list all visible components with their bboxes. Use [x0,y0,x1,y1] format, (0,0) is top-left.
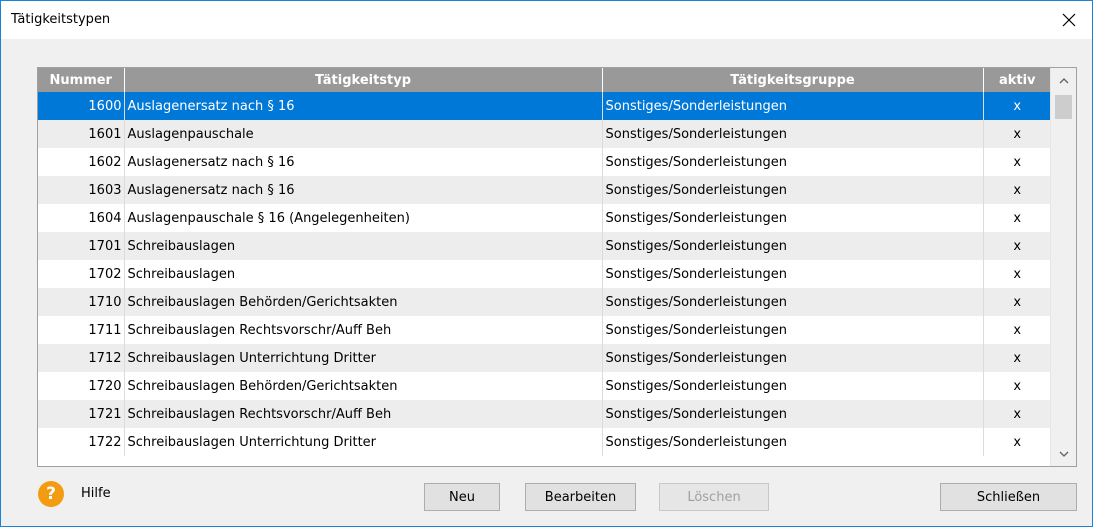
cell-aktiv: x [983,176,1051,204]
cell-taetigkeitsgruppe: Sonstiges/Sonderleistungen [602,176,984,204]
cell-taetigkeitstyp: Auslagenersatz nach § 16 [124,148,603,176]
close-icon [1062,13,1076,27]
cell-taetigkeitsgruppe: Sonstiges/Sonderleistungen [602,260,984,288]
cell-aktiv: x [983,400,1051,428]
cell-nummer: 1601 [38,120,125,148]
cell-taetigkeitstyp: Auslagenpauschale § 16 (Angelegenheiten) [124,204,603,232]
edit-button[interactable]: Bearbeiten [525,483,636,511]
cell-taetigkeitsgruppe: Sonstiges/Sonderleistungen [602,400,984,428]
table-row[interactable]: 1702 Schreibauslagen Sonstiges/Sonderleist… [38,260,1051,288]
cell-taetigkeitstyp: Schreibauslagen Rechtsvorschr/Auff Beh [124,400,603,428]
table-row[interactable]: 1720 Schreibauslagen Behörden/Gerichtsakt… [38,372,1051,400]
cell-taetigkeitsgruppe: Sonstiges/Sonderleistungen [602,428,984,456]
cell-aktiv: x [983,232,1051,260]
title-bar: Tätigkeitstypen [1,1,1092,39]
cell-nummer: 1603 [38,176,125,204]
window-title: Tätigkeitstypen [11,12,111,27]
cell-aktiv: x [983,148,1051,176]
table-row[interactable]: 1710 Schreibauslagen Behörden/Gerichtsakt… [38,288,1051,316]
cell-taetigkeitsgruppe: Sonstiges/Sonderleistungen [602,92,984,120]
dialog-window: Tätigkeitstypen Nummer Tätigkeitstyp Tät… [0,0,1093,527]
delete-button[interactable]: Löschen [659,483,769,511]
cell-aktiv: x [983,372,1051,400]
activity-types-table: Nummer Tätigkeitstyp Tätigkeitsgruppe ak… [38,68,1051,456]
table-row[interactable]: 1721 Schreibauslagen Rechtsvorschr/Auff B… [38,400,1051,428]
table-row[interactable]: 1600 Auslagenersatz nach § 16 Sonstiges/So… [38,92,1051,120]
question-icon[interactable]: ? [38,481,64,507]
cell-taetigkeitstyp: Schreibauslagen Rechtsvorschr/Auff Beh [124,316,603,344]
cell-aktiv: x [983,316,1051,344]
cell-aktiv: x [983,288,1051,316]
vertical-scrollbar[interactable] [1050,68,1076,466]
table-row[interactable]: 1601 Auslagenpauschale Sonstiges/Sonderlei… [38,120,1051,148]
close-button[interactable] [1046,1,1092,39]
cell-aktiv: x [983,120,1051,148]
cell-aktiv: x [983,344,1051,372]
cell-nummer: 1702 [38,260,125,288]
cell-nummer: 1604 [38,204,125,232]
cell-taetigkeitsgruppe: Sonstiges/Sonderleistungen [602,344,984,372]
table-row[interactable]: 1603 Auslagenersatz nach § 16 Sonstiges/So… [38,176,1051,204]
table-row[interactable]: 1711 Schreibauslagen Rechtsvorschr/Auff B… [38,316,1051,344]
column-header-taetigkeitstyp[interactable]: Tätigkeitstyp [124,68,603,92]
cell-nummer: 1720 [38,372,125,400]
cell-taetigkeitsgruppe: Sonstiges/Sonderleistungen [602,372,984,400]
table-row[interactable]: 1701 Schreibauslagen Sonstiges/Sonderleist… [38,232,1051,260]
table-header-row: Nummer Tätigkeitstyp Tätigkeitsgruppe ak… [38,68,1051,92]
cell-aktiv: x [983,428,1051,456]
cell-taetigkeitstyp: Schreibauslagen Unterrichtung Dritter [124,344,603,372]
chevron-up-icon [1059,77,1068,83]
cell-taetigkeitstyp: Auslagenersatz nach § 16 [124,176,603,204]
cell-nummer: 1721 [38,400,125,428]
cell-aktiv: x [983,204,1051,232]
cell-taetigkeitstyp: Auslagenpauschale [124,120,603,148]
cell-nummer: 1722 [38,428,125,456]
activity-types-grid[interactable]: Nummer Tätigkeitstyp Tätigkeitsgruppe ak… [37,67,1077,467]
cell-nummer: 1711 [38,316,125,344]
cell-taetigkeitstyp: Schreibauslagen Unterrichtung Dritter [124,428,603,456]
cell-aktiv: x [983,92,1051,120]
table-row[interactable]: 1712 Schreibauslagen Unterrichtung Dritte… [38,344,1051,372]
scroll-down-button[interactable] [1051,442,1076,466]
table-row[interactable]: 1602 Auslagenersatz nach § 16 Sonstiges/So… [38,148,1051,176]
cell-nummer: 1701 [38,232,125,260]
cell-taetigkeitstyp: Schreibauslagen Behörden/Gerichtsakten [124,372,603,400]
cell-taetigkeitsgruppe: Sonstiges/Sonderleistungen [602,288,984,316]
cell-taetigkeitstyp: Auslagenersatz nach § 16 [124,92,603,120]
table-row[interactable]: 1604 Auslagenpauschale § 16 (Angelegenhei… [38,204,1051,232]
column-header-aktiv[interactable]: aktiv [983,68,1051,92]
cell-aktiv: x [983,260,1051,288]
table-row[interactable]: 1722 Schreibauslagen Unterrichtung Dritte… [38,428,1051,456]
cell-taetigkeitsgruppe: Sonstiges/Sonderleistungen [602,232,984,260]
help-label[interactable]: Hilfe [81,486,111,501]
cell-nummer: 1600 [38,92,125,120]
scroll-thumb[interactable] [1055,95,1072,119]
cell-taetigkeitstyp: Schreibauslagen Behörden/Gerichtsakten [124,288,603,316]
cell-nummer: 1602 [38,148,125,176]
chevron-down-icon [1059,451,1068,457]
close-dialog-button[interactable]: Schließen [940,483,1077,511]
column-header-nummer[interactable]: Nummer [38,68,125,92]
new-button[interactable]: Neu [424,483,500,511]
cell-taetigkeitsgruppe: Sonstiges/Sonderleistungen [602,148,984,176]
cell-taetigkeitsgruppe: Sonstiges/Sonderleistungen [602,316,984,344]
cell-nummer: 1710 [38,288,125,316]
scroll-up-button[interactable] [1051,68,1076,92]
cell-taetigkeitsgruppe: Sonstiges/Sonderleistungen [602,204,984,232]
cell-taetigkeitstyp: Schreibauslagen [124,232,603,260]
column-header-taetigkeitsgruppe[interactable]: Tätigkeitsgruppe [602,68,984,92]
cell-taetigkeitsgruppe: Sonstiges/Sonderleistungen [602,120,984,148]
cell-nummer: 1712 [38,344,125,372]
cell-taetigkeitstyp: Schreibauslagen [124,260,603,288]
